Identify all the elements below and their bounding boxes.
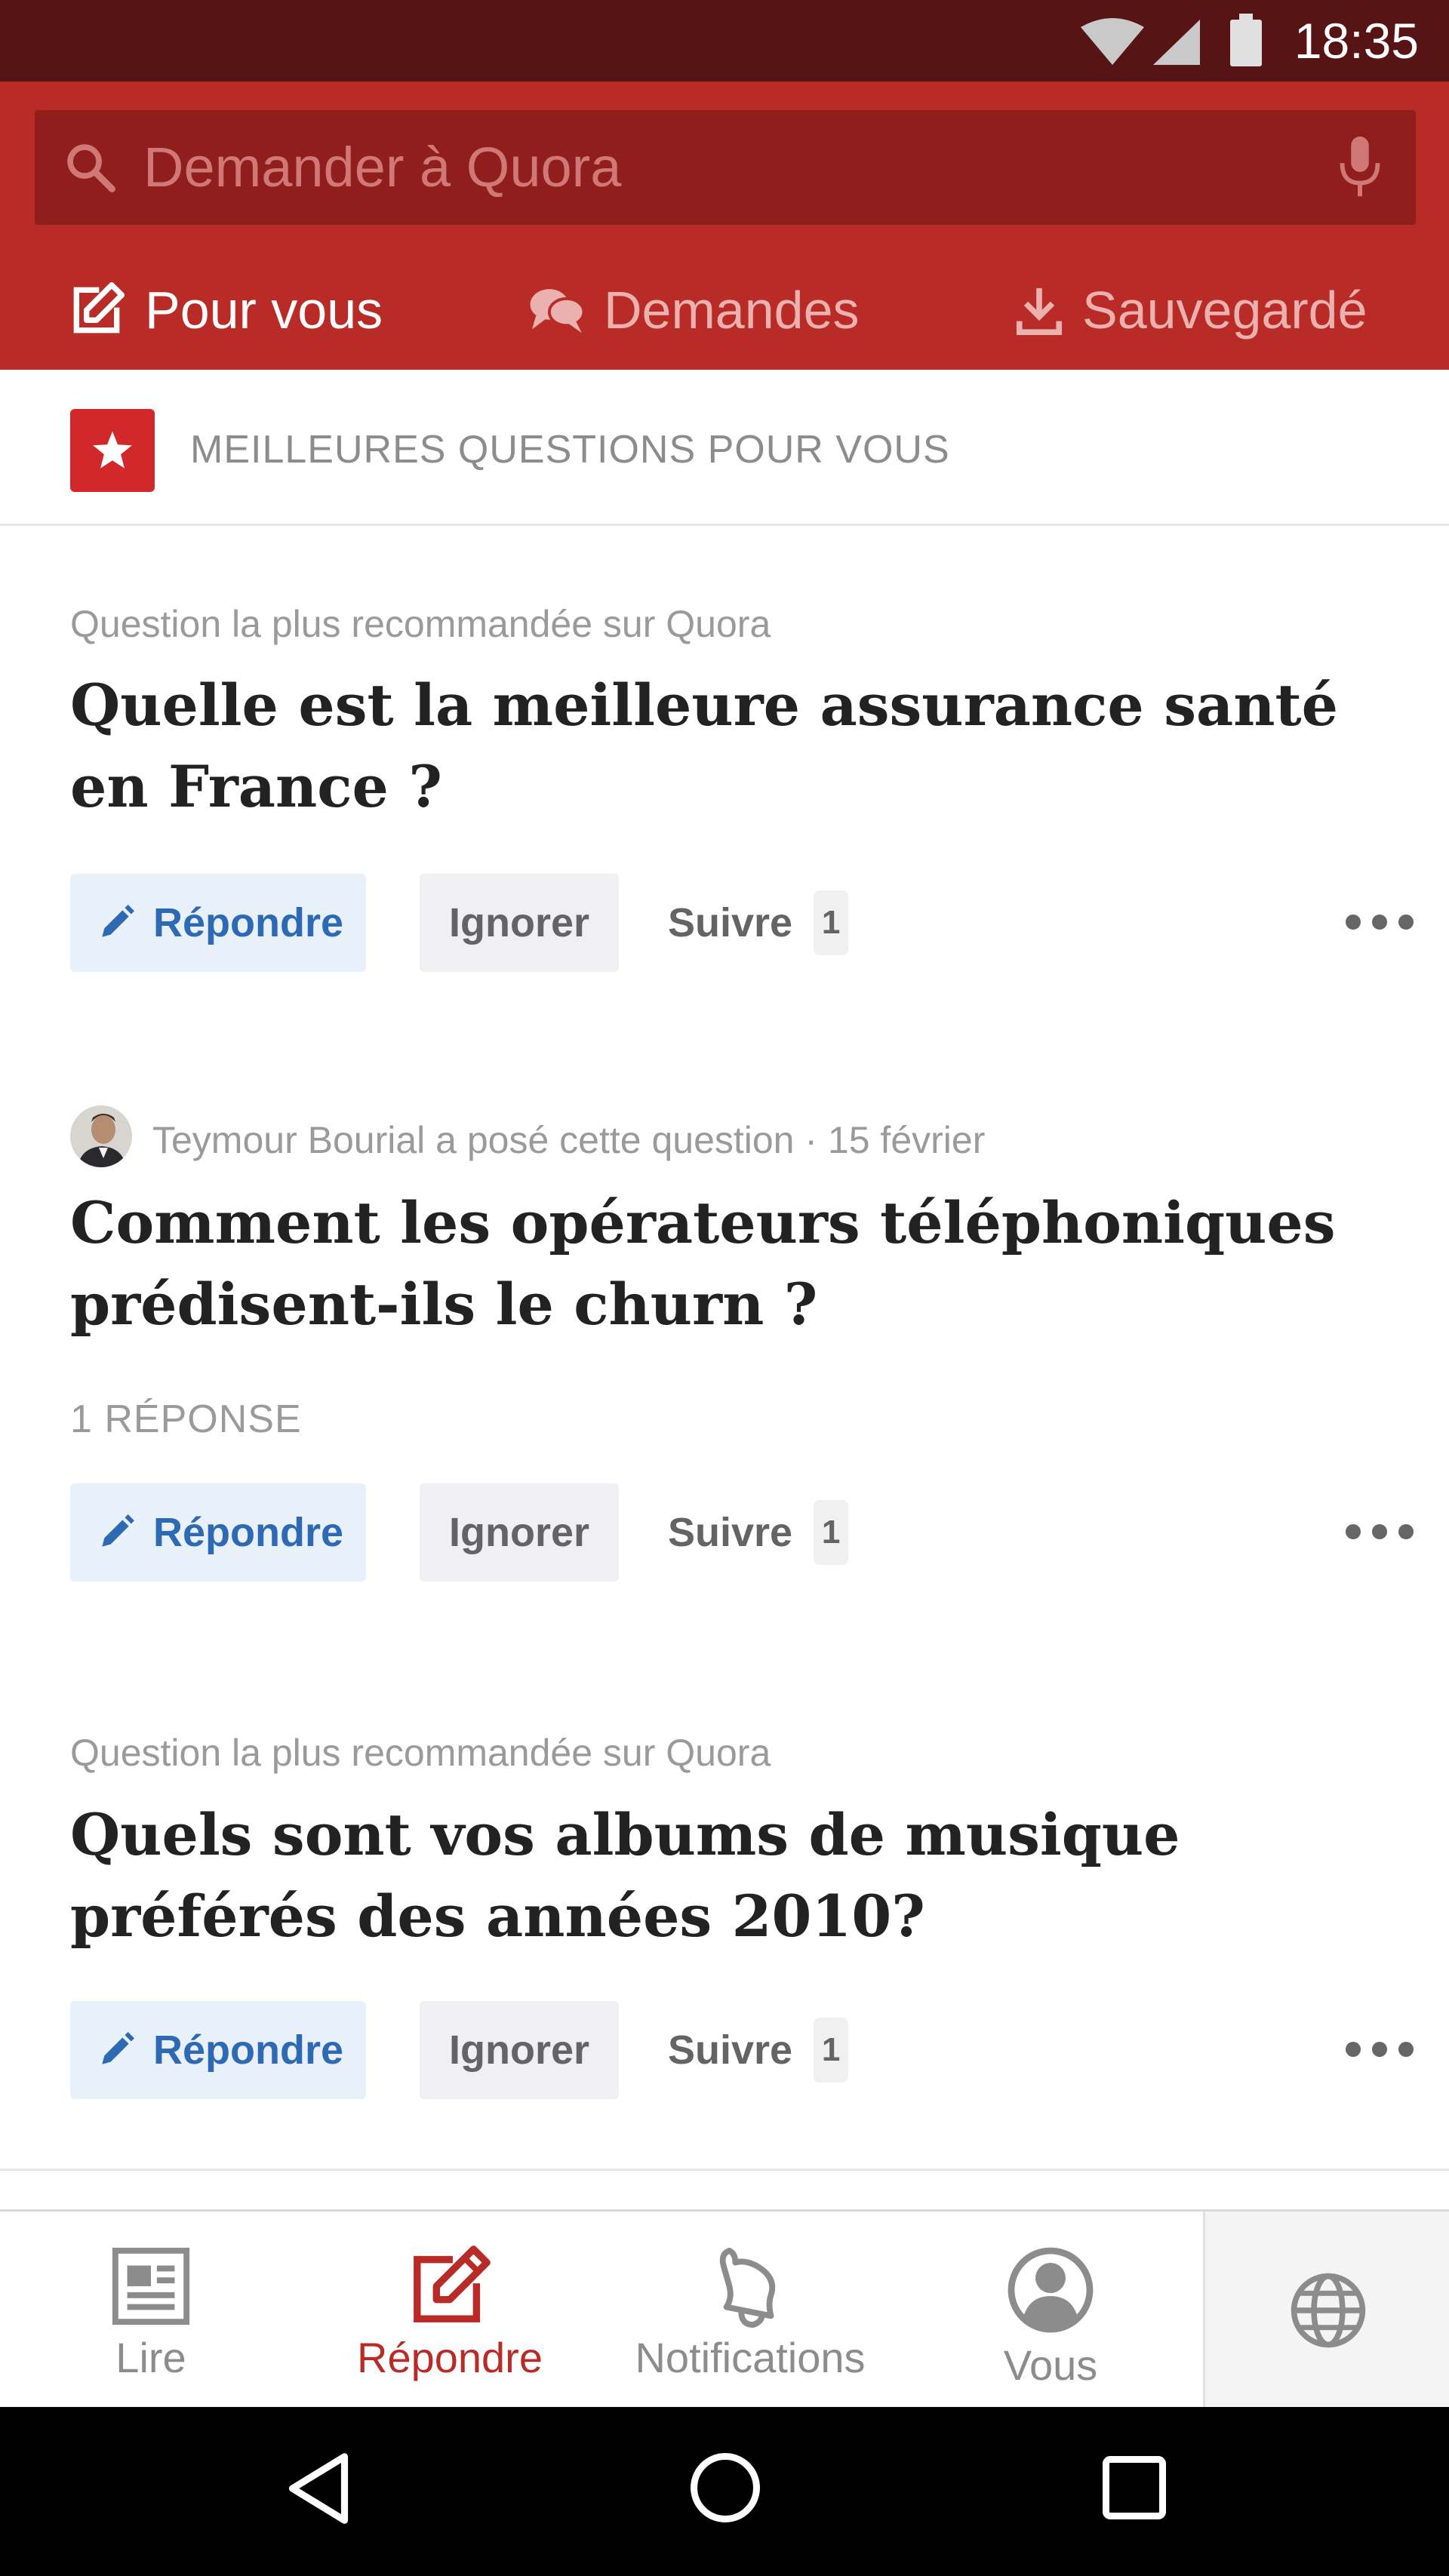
answers-count[interactable]: 1 RÉPONSE [70, 1397, 302, 1442]
nav-lire[interactable]: Lire [0, 2212, 302, 2409]
follow-label: Suivre [668, 900, 793, 945]
answer-label: Répondre [153, 900, 344, 945]
ignore-button[interactable]: Ignorer [420, 1483, 619, 1582]
follow-button[interactable]: Suivre 1 [668, 874, 849, 972]
search-bar[interactable]: Demander à Quora [35, 110, 1416, 225]
wifi-icon [1081, 18, 1144, 65]
star-icon [93, 431, 132, 469]
app-header: Demander à Quora Pour vous Demandes Sauv… [0, 81, 1449, 370]
search-icon [67, 144, 115, 192]
user-photo [70, 1105, 132, 1167]
question-meta: Question la plus recommandée sur Quora [70, 1732, 771, 1774]
ignore-button[interactable]: Ignorer [420, 2001, 619, 2099]
answer-label: Répondre [153, 1510, 344, 1555]
follow-count-badge: 1 [814, 890, 849, 955]
cellular-signal-icon [1153, 20, 1200, 65]
question-actions: Répondre Ignorer Suivre 1 [70, 874, 1414, 972]
tab-pour-vous[interactable]: Pour vous [66, 269, 383, 352]
nav-language[interactable] [1203, 2212, 1449, 2409]
section-title: MEILLEURES QUESTIONS POUR VOUS [190, 428, 950, 472]
pencil-icon [102, 905, 134, 937]
ignore-label: Ignorer [448, 2027, 590, 2073]
answer-button[interactable]: Répondre [70, 2001, 366, 2099]
question-card: Teymour Bourial a posé cette question · … [0, 1042, 1449, 1653]
ignore-label: Ignorer [448, 1510, 590, 1555]
tab-label: Sauvegardé [1082, 281, 1367, 340]
ignore-label: Ignorer [448, 900, 590, 945]
nav-label: Notifications [635, 2334, 866, 2381]
tab-label: Demandes [604, 281, 860, 340]
more-options-icon[interactable] [1346, 1517, 1414, 1547]
nav-repondre[interactable]: Répondre [299, 2212, 601, 2409]
pencil-icon [102, 1514, 134, 1547]
follow-count-badge: 1 [814, 2018, 849, 2083]
answer-label: Répondre [153, 2027, 344, 2073]
tab-sauvegarde[interactable]: Sauvegardé [1014, 269, 1367, 352]
status-bar: 18:35 [0, 0, 1449, 81]
question-meta: Question la plus recommandée sur Quora [70, 603, 771, 645]
follow-label: Suivre [668, 2027, 793, 2073]
question-title[interactable]: Quelle est la meilleure assurance santé … [70, 665, 1383, 828]
user-icon [1008, 2247, 1094, 2333]
tab-label: Pour vous [145, 281, 383, 340]
ignore-button[interactable]: Ignorer [420, 874, 619, 972]
more-options-icon[interactable] [1346, 907, 1414, 937]
follow-button[interactable]: Suivre 1 [668, 1483, 849, 1582]
back-icon[interactable] [284, 2451, 353, 2526]
download-icon [1016, 287, 1063, 335]
section-header: MEILLEURES QUESTIONS POUR VOUS [0, 370, 1449, 526]
edit-icon [414, 2246, 491, 2322]
nav-label: Répondre [357, 2334, 543, 2381]
chat-bubbles-icon [530, 289, 586, 334]
question-card: Question la plus recommandée sur Quora Q… [0, 526, 1449, 1044]
question-card: Question la plus recommandée sur Quora Q… [0, 1651, 1449, 2171]
tab-demandes[interactable]: Demandes [528, 269, 860, 352]
pencil-icon [102, 2032, 134, 2064]
battery-icon [1230, 14, 1262, 66]
avatar[interactable] [70, 1105, 132, 1167]
edit-icon [73, 282, 125, 334]
nav-vous[interactable]: Vous [900, 2212, 1201, 2409]
star-badge [70, 409, 155, 492]
home-icon[interactable] [688, 2451, 762, 2525]
nav-notifications[interactable]: Notifications [599, 2212, 901, 2409]
follow-label: Suivre [668, 1510, 793, 1555]
answer-button[interactable]: Répondre [70, 1483, 366, 1582]
question-actions: Répondre Ignorer Suivre 1 [70, 2001, 1414, 2099]
system-navigation-bar [0, 2407, 1449, 2576]
nav-label: Vous [1003, 2341, 1098, 2389]
more-options-icon[interactable] [1346, 2034, 1414, 2064]
status-time: 18:35 [1294, 13, 1419, 69]
bell-icon [719, 2247, 776, 2328]
follow-count-badge: 1 [814, 1500, 849, 1565]
globe-icon [1291, 2273, 1366, 2348]
recents-icon[interactable] [1100, 2454, 1168, 2522]
question-title[interactable]: Comment les opérateurs téléphoniques pré… [70, 1182, 1383, 1345]
bottom-navigation: Lire Répondre Notifications Vous [0, 2209, 1449, 2409]
answer-button[interactable]: Répondre [70, 874, 366, 972]
microphone-icon[interactable] [1337, 134, 1383, 201]
newspaper-icon [112, 2247, 190, 2325]
search-placeholder[interactable]: Demander à Quora [143, 137, 621, 198]
question-title[interactable]: Quels sont vos albums de musique préféré… [70, 1794, 1383, 1957]
follow-button[interactable]: Suivre 1 [668, 2001, 849, 2099]
question-meta: Teymour Bourial a posé cette question · … [152, 1119, 986, 1161]
question-actions: Répondre Ignorer Suivre 1 [70, 1483, 1414, 1582]
nav-label: Lire [115, 2334, 186, 2381]
